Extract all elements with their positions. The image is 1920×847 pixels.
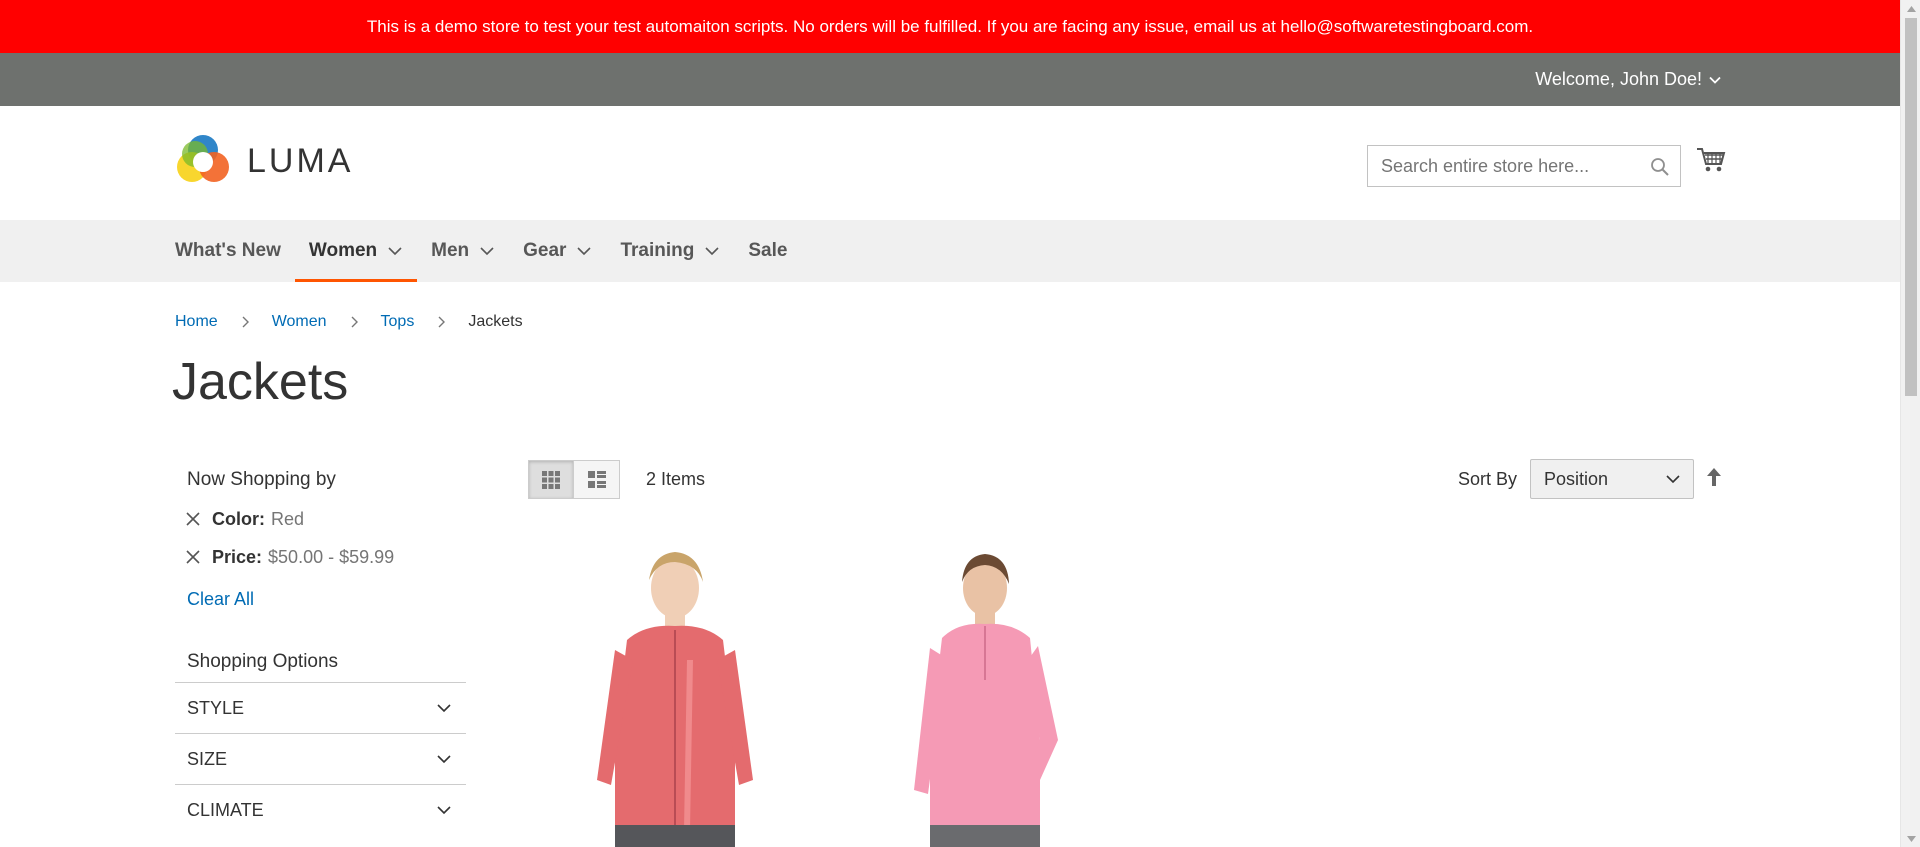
breadcrumb-current: Jackets	[468, 313, 523, 330]
demo-notice-banner: This is a demo store to test your test a…	[0, 0, 1900, 53]
filter-group-label: SIZE	[187, 748, 228, 769]
chevron-down-icon	[437, 806, 451, 815]
nav-item-training[interactable]: Training	[606, 220, 734, 282]
breadcrumb-women[interactable]: Women	[272, 313, 327, 331]
demo-notice-text: This is a demo store to test your test a…	[366, 16, 1534, 36]
layered-navigation-sidebar: Now Shopping by Color: Red Price: $50.00…	[175, 460, 466, 835]
list-view-button[interactable]	[574, 460, 620, 499]
filter-group-label: STYLE	[187, 697, 245, 718]
nav-item-gear[interactable]: Gear	[509, 220, 606, 282]
nav-item-label: Men	[431, 240, 470, 261]
search-box	[1367, 145, 1681, 187]
product-item-image[interactable]	[575, 540, 775, 847]
filter-value: $50.00 - $59.99	[268, 546, 395, 567]
welcome-text: Welcome, John Doe!	[1535, 69, 1702, 89]
filter-group-label: CLIMATE	[187, 799, 264, 820]
chevron-down-icon	[1709, 76, 1721, 84]
remove-filter-icon[interactable]	[185, 549, 201, 565]
filter-value: Red	[271, 508, 305, 529]
active-filter-price: Price: $50.00 - $59.99	[185, 538, 466, 576]
chevron-down-icon	[437, 704, 451, 713]
breadcrumb-home[interactable]: Home	[175, 313, 218, 331]
nav-item-label: Women	[308, 240, 378, 261]
search-input[interactable]	[1379, 154, 1649, 178]
vertical-scrollbar[interactable]	[1900, 0, 1920, 847]
filter-group-climate[interactable]: CLIMATE	[175, 784, 466, 835]
store-logo[interactable]: LUMA	[175, 133, 353, 189]
nav-item-men[interactable]: Men	[417, 220, 509, 282]
now-shopping-title: Now Shopping by	[187, 469, 336, 490]
nav-item-sale[interactable]: Sale	[734, 220, 801, 282]
logo-wordmark: LUMA	[247, 141, 354, 180]
view-mode-switch	[528, 460, 620, 499]
chevron-down-icon	[577, 247, 592, 256]
main-navigation: What's New Women Men Gear Training Sale	[0, 220, 1900, 282]
cart-icon[interactable]	[1696, 146, 1726, 179]
filter-label: Price:	[212, 546, 263, 567]
breadcrumb-tops[interactable]: Tops	[381, 313, 415, 331]
filter-group-size[interactable]: SIZE	[175, 733, 466, 784]
panel-header: Welcome, John Doe!	[0, 53, 1900, 106]
chevron-down-icon	[1666, 475, 1680, 484]
remove-filter-icon[interactable]	[185, 511, 201, 527]
toolbar-item-count: 2 Items	[646, 469, 706, 489]
chevron-down-icon	[480, 247, 494, 256]
nav-item-women[interactable]: Women	[294, 220, 418, 282]
nav-item-label: Sale	[748, 240, 788, 261]
nav-item-label: Gear	[523, 240, 567, 261]
scroll-up-arrow-icon[interactable]	[1901, 0, 1920, 17]
chevron-right-icon	[349, 316, 359, 328]
product-photo-pink-pullover	[880, 540, 1080, 847]
chevron-down-icon	[388, 247, 402, 256]
filter-group-style[interactable]: STYLE	[175, 682, 466, 733]
chevron-down-icon	[705, 247, 719, 256]
chevron-down-icon	[437, 755, 451, 764]
shopping-options-title: Shopping Options	[187, 651, 339, 672]
grid-view-button[interactable]	[528, 460, 574, 499]
scrollbar-thumb[interactable]	[1905, 18, 1917, 396]
sort-by-value: Position	[1544, 468, 1609, 489]
page-title: Jackets	[172, 353, 349, 411]
header-content: LUMA	[0, 106, 1900, 220]
clear-all-filters-link[interactable]: Clear All	[187, 581, 466, 617]
nav-item-label: What's New	[175, 240, 281, 261]
sort-direction-arrow-icon[interactable]	[1706, 467, 1722, 492]
grid-icon	[542, 470, 560, 489]
chevron-right-icon	[436, 316, 446, 328]
product-photo-red-jacket	[575, 540, 775, 847]
list-icon	[587, 470, 606, 488]
chevron-right-icon	[240, 316, 250, 328]
search-icon[interactable]	[1650, 157, 1670, 182]
breadcrumb: Home Women Tops Jackets	[175, 313, 523, 331]
luma-logo-icon	[177, 135, 229, 182]
active-filter-color: Color: Red	[185, 500, 466, 538]
scroll-down-arrow-icon[interactable]	[1901, 830, 1920, 847]
sort-by-label: Sort By	[1458, 469, 1518, 489]
product-item-image[interactable]	[880, 540, 1080, 847]
sort-by-select[interactable]: Position	[1530, 459, 1694, 499]
nav-item-label: Training	[620, 240, 695, 261]
nav-item-whats-new[interactable]: What's New	[175, 220, 295, 282]
customer-menu-toggle[interactable]: Welcome, John Doe!	[1535, 53, 1722, 106]
filter-label: Color:	[212, 508, 265, 529]
